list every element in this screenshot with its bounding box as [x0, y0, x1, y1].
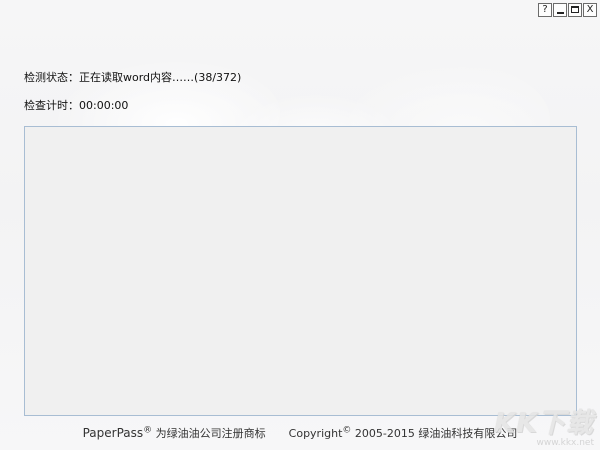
- watermark: KK下载 www.kkx.net: [494, 408, 595, 449]
- result-log-area[interactable]: [24, 126, 577, 416]
- brand-name: PaperPass: [82, 426, 144, 440]
- minimize-button[interactable]: [553, 3, 567, 17]
- copyright-text: 2005-2015 绿油油科技有限公司: [354, 427, 518, 440]
- check-timer-value: 00:00:00: [79, 99, 129, 112]
- close-button[interactable]: X: [583, 3, 597, 17]
- maximize-icon: [571, 6, 579, 13]
- detect-status: 检测状态：正在读取word内容……(38/372): [24, 69, 241, 85]
- check-timer: 检查计时：00:00:00: [24, 97, 128, 113]
- detect-status-label: 检测状态：: [24, 71, 79, 84]
- help-icon: ?: [542, 4, 548, 15]
- watermark-url: www.kkx.net: [536, 438, 595, 448]
- copyright-mark: ©: [342, 425, 352, 436]
- copyright-word: Copyright: [288, 427, 343, 440]
- window-controls: ? X: [538, 3, 597, 17]
- registered-mark: ®: [143, 425, 153, 436]
- maximize-button[interactable]: [568, 3, 582, 17]
- detect-status-value: 正在读取word内容……(38/372): [79, 71, 242, 84]
- check-timer-label: 检查计时：: [24, 99, 79, 112]
- help-button[interactable]: ?: [538, 3, 552, 17]
- trademark-text: 为绿油油公司注册商标: [155, 427, 266, 440]
- watermark-logo: KK下载: [494, 408, 594, 439]
- close-icon: X: [586, 4, 594, 15]
- minimize-icon: [556, 12, 564, 14]
